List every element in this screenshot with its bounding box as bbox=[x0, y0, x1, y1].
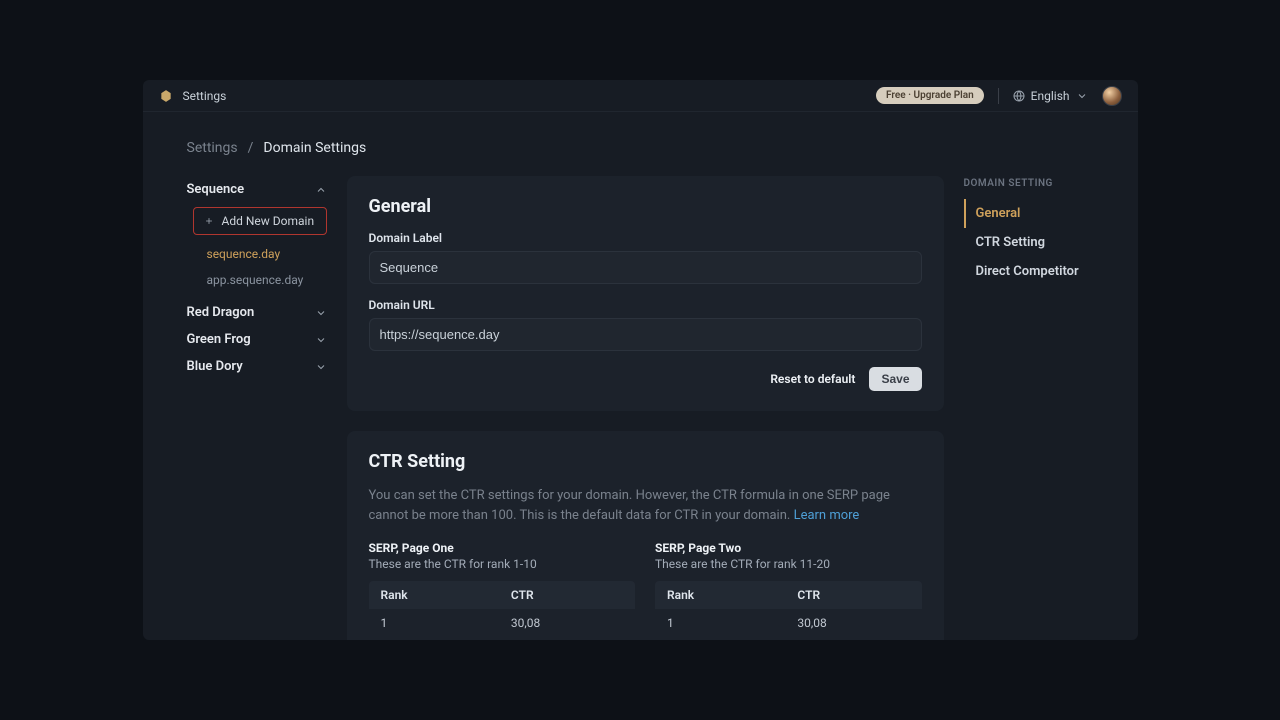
section-nav: DOMAIN SETTING General CTR Setting Direc… bbox=[964, 176, 1094, 640]
layout: Sequence Add New Domain sequence.day app… bbox=[187, 176, 1094, 640]
upgrade-plan-pill[interactable]: Free · Upgrade Plan bbox=[876, 87, 984, 104]
topbar: Settings Free · Upgrade Plan English bbox=[143, 80, 1138, 112]
ctr-setting-card: CTR Setting You can set the CTR settings… bbox=[347, 431, 944, 640]
learn-more-link[interactable]: Learn more bbox=[794, 508, 860, 523]
body-area: Settings / Domain Settings Sequence Add … bbox=[143, 112, 1138, 640]
chevron-down-icon bbox=[315, 334, 327, 346]
serp-page-one: SERP, Page One These are the CTR for ran… bbox=[369, 541, 636, 640]
col-rank: Rank bbox=[369, 581, 499, 609]
breadcrumb-current: Domain Settings bbox=[263, 140, 366, 156]
serp-one-table: Rank CTR 130,08 211,77 36,13 44,42 bbox=[369, 581, 636, 640]
chevron-down-icon bbox=[1076, 90, 1088, 102]
sidebar-group-green-frog[interactable]: Green Frog bbox=[187, 326, 327, 353]
ctr-heading: CTR Setting bbox=[369, 451, 922, 472]
table-row: 211,77 bbox=[655, 637, 922, 640]
sidebar-group-blue-dory[interactable]: Blue Dory bbox=[187, 353, 327, 380]
chevron-up-icon bbox=[315, 184, 327, 196]
sidebar-group-sequence[interactable]: Sequence bbox=[187, 176, 327, 203]
serp-one-title: SERP, Page One bbox=[369, 541, 636, 555]
sidebar-group-red-dragon[interactable]: Red Dragon bbox=[187, 299, 327, 326]
serp-page-two: SERP, Page Two These are the CTR for ran… bbox=[655, 541, 922, 640]
save-button[interactable]: Save bbox=[869, 367, 921, 391]
add-new-domain-button[interactable]: Add New Domain bbox=[193, 207, 327, 235]
language-label: English bbox=[1031, 89, 1070, 103]
domain-url-input[interactable] bbox=[369, 318, 922, 351]
general-actions: Reset to default Save bbox=[369, 367, 922, 391]
app-window: Settings Free · Upgrade Plan English Set… bbox=[143, 80, 1138, 640]
serp-grid: SERP, Page One These are the CTR for ran… bbox=[369, 541, 922, 640]
section-nav-heading: DOMAIN SETTING bbox=[964, 178, 1094, 189]
main-column: General Domain Label Domain URL Reset to… bbox=[347, 176, 944, 640]
app-logo-icon bbox=[159, 89, 173, 103]
domain-label-input[interactable] bbox=[369, 251, 922, 284]
chevron-down-icon bbox=[315, 307, 327, 319]
col-ctr: CTR bbox=[499, 581, 635, 609]
domain-label-field-label: Domain Label bbox=[369, 231, 922, 245]
sidebar-group-label: Blue Dory bbox=[187, 359, 243, 374]
section-nav-ctr-setting[interactable]: CTR Setting bbox=[964, 228, 1094, 257]
serp-two-table: Rank CTR 130,08 211,77 36,13 44,42 bbox=[655, 581, 922, 640]
topbar-left: Settings bbox=[159, 89, 227, 103]
table-row: 130,08 bbox=[369, 609, 636, 637]
section-nav-direct-competitor[interactable]: Direct Competitor bbox=[964, 257, 1094, 286]
col-ctr: CTR bbox=[785, 581, 921, 609]
domain-sidebar: Sequence Add New Domain sequence.day app… bbox=[187, 176, 327, 640]
sidebar-item-app-sequence-day[interactable]: app.sequence.day bbox=[193, 267, 327, 293]
general-card: General Domain Label Domain URL Reset to… bbox=[347, 176, 944, 411]
breadcrumb-root[interactable]: Settings bbox=[187, 140, 238, 156]
ctr-description: You can set the CTR settings for your do… bbox=[369, 486, 922, 525]
topbar-right: Free · Upgrade Plan English bbox=[876, 86, 1122, 106]
breadcrumb-sep: / bbox=[248, 140, 254, 156]
sidebar-group-children: Add New Domain sequence.day app.sequence… bbox=[187, 207, 327, 293]
table-row: 130,08 bbox=[655, 609, 922, 637]
plus-icon bbox=[204, 216, 214, 226]
table-row: 211,77 bbox=[369, 637, 636, 640]
serp-two-title: SERP, Page Two bbox=[655, 541, 922, 555]
domain-url-field-label: Domain URL bbox=[369, 298, 922, 312]
avatar[interactable] bbox=[1102, 86, 1122, 106]
sidebar-group-label: Red Dragon bbox=[187, 305, 255, 320]
general-heading: General bbox=[369, 196, 922, 217]
add-new-domain-label: Add New Domain bbox=[222, 214, 315, 228]
topbar-title: Settings bbox=[183, 89, 227, 103]
chevron-down-icon bbox=[315, 361, 327, 373]
divider bbox=[998, 88, 999, 104]
language-selector[interactable]: English bbox=[1013, 89, 1088, 103]
breadcrumb: Settings / Domain Settings bbox=[187, 140, 1094, 156]
globe-icon bbox=[1013, 90, 1025, 102]
section-nav-general[interactable]: General bbox=[964, 199, 1094, 228]
sidebar-group-label: Green Frog bbox=[187, 332, 251, 347]
serp-two-sub: These are the CTR for rank 11-20 bbox=[655, 557, 922, 571]
reset-default-button[interactable]: Reset to default bbox=[770, 372, 855, 386]
col-rank: Rank bbox=[655, 581, 785, 609]
serp-one-sub: These are the CTR for rank 1-10 bbox=[369, 557, 636, 571]
sidebar-item-sequence-day[interactable]: sequence.day bbox=[193, 241, 327, 267]
sidebar-group-label: Sequence bbox=[187, 182, 245, 197]
